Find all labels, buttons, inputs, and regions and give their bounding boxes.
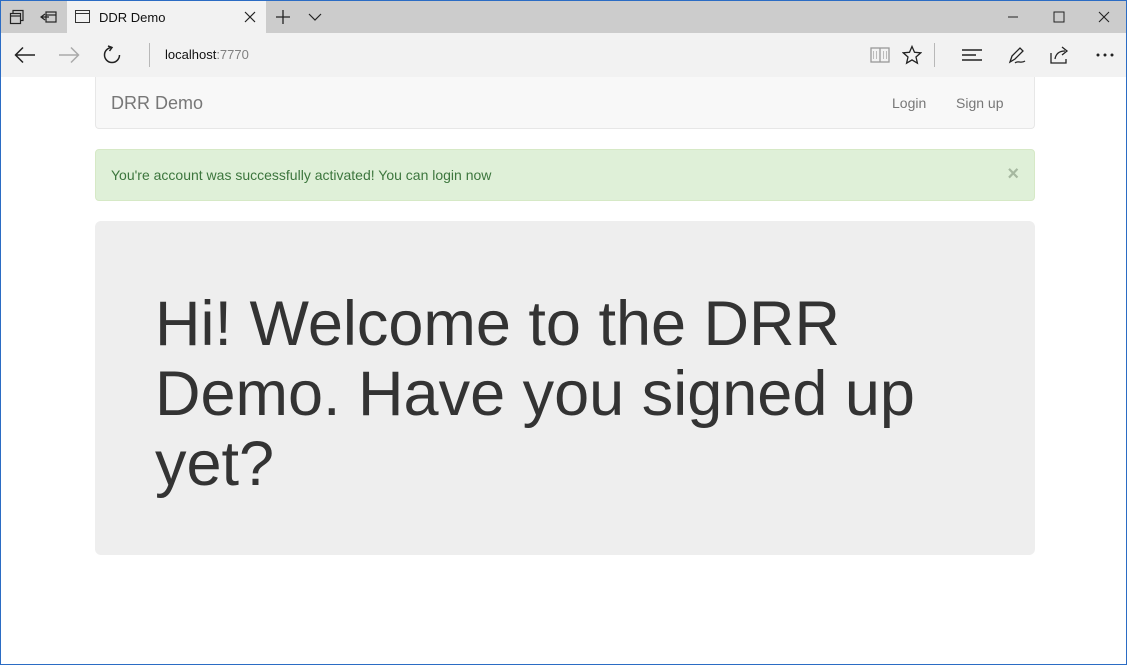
address-bar[interactable]: localhost:7770 (165, 47, 249, 62)
maximize-icon[interactable] (1036, 1, 1082, 33)
alert-message: You're account was successfully activate… (111, 167, 492, 183)
title-bar: DDR Demo (1, 1, 1126, 33)
url-separator (149, 43, 150, 67)
tab-title: DDR Demo (99, 10, 166, 25)
close-icon[interactable] (240, 7, 260, 27)
welcome-heading: Hi! Welcome to the DRR Demo. Have you si… (155, 289, 915, 499)
hub-icon[interactable] (960, 43, 984, 67)
reading-view-icon[interactable] (868, 43, 892, 67)
active-tab[interactable]: DDR Demo (67, 1, 266, 33)
site-navbar: DRR Demo Login Sign up (95, 77, 1035, 129)
signup-link[interactable]: Sign up (956, 95, 1003, 111)
back-arrow-icon[interactable] (13, 43, 37, 67)
browser-toolbar: localhost:7770 (1, 33, 1126, 77)
minimize-icon[interactable] (990, 1, 1036, 33)
web-note-pen-icon[interactable] (1005, 43, 1029, 67)
refresh-icon[interactable] (100, 43, 124, 67)
login-link[interactable]: Login (892, 95, 926, 111)
alert-close-button[interactable]: × (1007, 164, 1019, 184)
more-icon[interactable] (1093, 43, 1117, 67)
set-aside-tabs-icon[interactable] (39, 7, 59, 27)
forward-arrow-icon[interactable] (57, 43, 81, 67)
page-icon (75, 10, 90, 23)
browser-window: DDR Demo localhost:7770 DRR Demo Login S… (0, 0, 1127, 665)
window-close-icon[interactable] (1081, 1, 1126, 33)
share-icon[interactable] (1048, 43, 1072, 67)
new-tab-icon[interactable] (273, 7, 293, 27)
url-host: localhost (165, 47, 217, 62)
tab-preview-chevron-icon[interactable] (305, 7, 325, 27)
toolbar-separator (934, 43, 935, 67)
brand-link[interactable]: DRR Demo (111, 93, 203, 114)
success-alert: You're account was successfully activate… (95, 149, 1035, 201)
url-port: :7770 (216, 47, 249, 62)
tab-list-icon[interactable] (7, 7, 27, 27)
favorite-star-icon[interactable] (900, 43, 924, 67)
welcome-jumbotron: Hi! Welcome to the DRR Demo. Have you si… (95, 221, 1035, 555)
page-content: DRR Demo Login Sign up You're account wa… (1, 77, 1126, 664)
